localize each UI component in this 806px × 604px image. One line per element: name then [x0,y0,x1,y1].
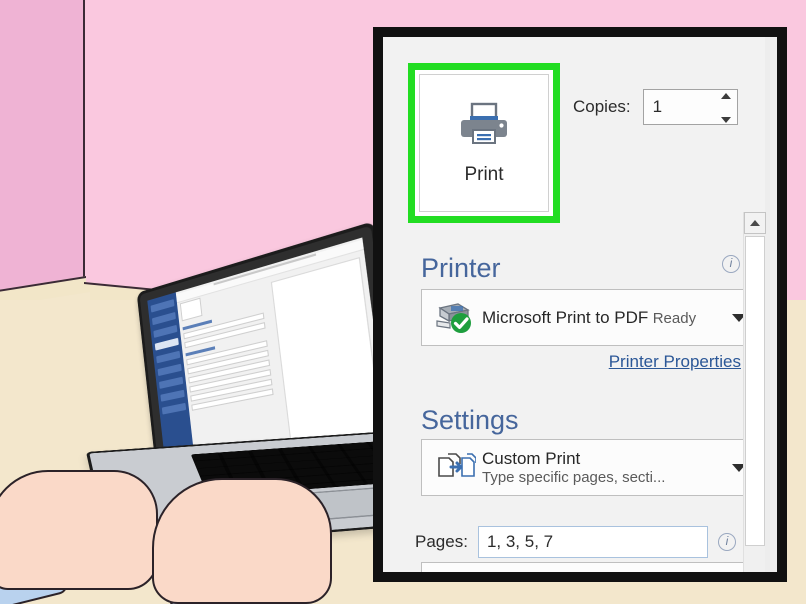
scrollbar-thumb[interactable] [745,236,765,546]
screen-page-preview [271,256,383,449]
copies-row: Copies: [573,89,738,125]
printer-select-text: Microsoft Print to PDF Ready [478,308,726,328]
print-range-subtitle: Type specific pages, secti... [482,468,666,486]
printer-properties-link[interactable]: Printer Properties [609,352,741,372]
duplex-print-icon [432,572,478,573]
spinner-up-icon[interactable] [720,93,731,99]
print-range-title: Custom Print [482,448,581,468]
duplex-title: Manually Print on Both Si... [482,581,687,583]
print-range-text: Custom Print Type specific pages, secti.… [478,449,726,487]
printer-icon [457,101,511,152]
screen-print-pane [179,281,280,466]
pages-label: Pages: [415,532,468,551]
print-dialog-body: Print Copies: Printer i [383,37,777,572]
printer-select[interactable]: Microsoft Print to PDF Ready [421,289,757,346]
copies-arrows [720,93,731,123]
custom-print-icon [432,452,478,484]
copies-label: Copies: [573,97,631,116]
duplex-select[interactable]: Manually Print on Both Si... [421,562,757,583]
settings-section-heading: Settings [421,405,519,435]
printer-ready-icon [432,301,478,335]
duplex-text: Manually Print on Both Si... [478,581,726,583]
print-button[interactable]: Print [419,74,549,212]
print-range-select[interactable]: Custom Print Type specific pages, secti.… [421,439,757,496]
dialog-right-gutter [765,37,777,572]
print-dialog-overlay: Print Copies: Printer i [373,27,787,582]
printer-status: Ready [652,309,697,327]
scroll-up-arrow-icon[interactable] [744,212,766,234]
copies-input[interactable] [643,90,706,124]
copies-stepper[interactable] [642,89,738,125]
pages-row: Pages: i [415,526,736,558]
pages-info-icon[interactable]: i [717,533,736,551]
print-button-label: Print [464,163,504,185]
right-hand [152,478,332,604]
screenshot-canvas: Print Copies: Printer i [0,0,806,604]
spinner-down-icon[interactable] [720,117,731,123]
left-hand [0,470,158,590]
printer-section-heading: Printer [421,253,501,283]
printer-name: Microsoft Print to PDF [482,307,649,327]
dialog-scrollbar[interactable] [743,212,766,572]
wall-left-panel [0,0,84,306]
print-button-highlight: Print [408,63,560,223]
printer-info-icon[interactable]: i [722,255,740,273]
pages-input[interactable] [477,526,708,558]
wall-corner-seam [83,0,85,306]
